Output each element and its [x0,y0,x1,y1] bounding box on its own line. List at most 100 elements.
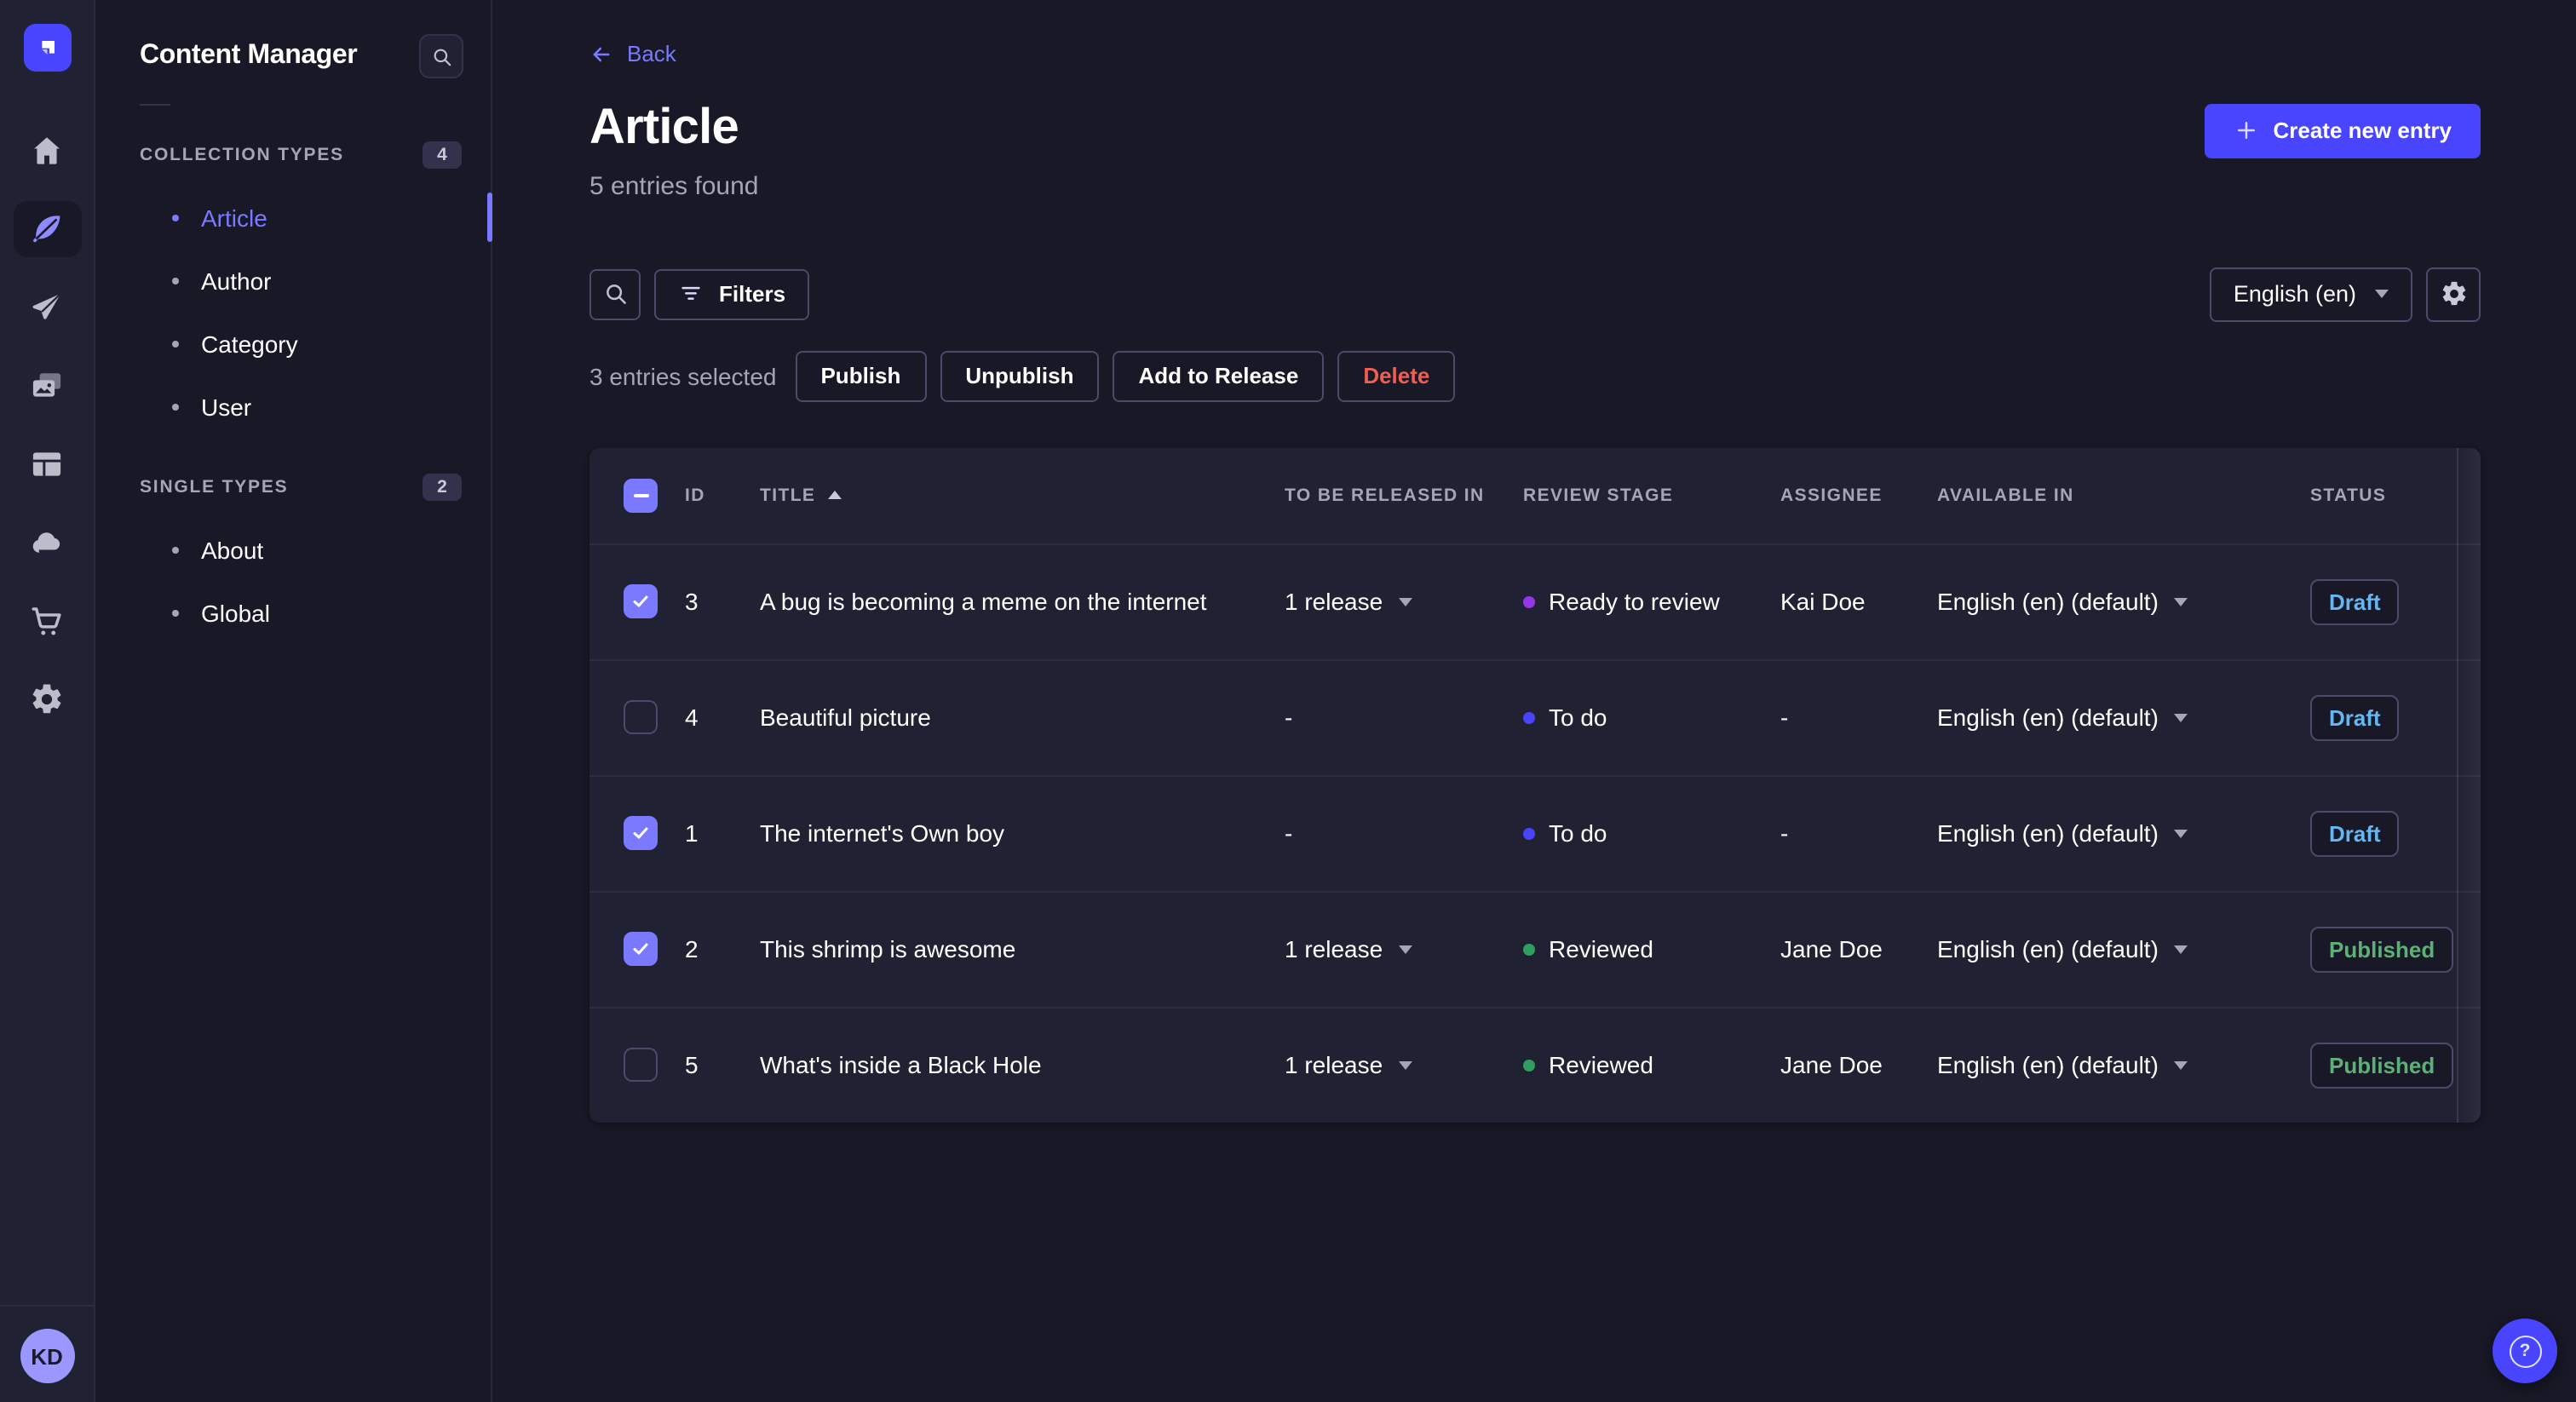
subnav-search-button[interactable] [419,34,463,78]
release-value: 1 release [1285,588,1383,615]
row-checkbox[interactable] [624,816,658,850]
delete-button[interactable]: Delete [1337,350,1456,401]
content-manager-icon[interactable] [13,201,81,257]
list-toolbar: Filters English (en) [589,267,2481,321]
row-id: 1 [685,819,699,847]
row-title: A bug is becoming a meme on the internet [760,587,1207,614]
row-checkbox[interactable] [624,1048,658,1082]
row-review-stage: Reviewed [1523,935,1780,962]
search-button[interactable] [589,268,641,319]
locale-value: English (en) (default) [1937,1051,2159,1078]
row-checkbox[interactable] [624,932,658,966]
column-header-review-stage: REVIEW STAGE [1523,485,1674,505]
row-to-be-released-in[interactable]: 1 release [1285,588,1523,615]
review-stage-label: Reviewed [1549,935,1653,962]
row-available-in[interactable]: English (en) (default) [1937,704,2310,731]
user-avatar[interactable]: KD [20,1329,74,1383]
column-header-id[interactable]: ID [685,485,760,505]
section-items: Article Author Category User [95,186,492,438]
table-row[interactable]: 4 Beautiful picture - To do - English (en) (d… [589,658,2481,774]
locale-select[interactable]: English (en) [2209,267,2412,321]
review-stage-dot-icon [1523,595,1535,607]
row-to-be-released-in[interactable]: 1 release [1285,1051,1523,1078]
create-new-entry-button[interactable]: Create new entry [2205,103,2481,158]
row-available-in[interactable]: English (en) (default) [1937,1051,2310,1078]
row-available-in[interactable]: English (en) (default) [1937,588,2310,615]
column-header-available-in: AVAILABLE IN [1937,485,2074,505]
content-type-builder-icon[interactable] [13,436,81,492]
back-link[interactable]: Back [589,41,676,66]
review-stage-dot-icon [1523,827,1535,839]
rail-footer: KD [0,1305,94,1402]
help-button[interactable]: ? [2493,1319,2557,1383]
chevron-down-icon [2375,290,2389,298]
row-to-be-released-in[interactable]: 1 release [1285,935,1523,962]
select-all-checkbox[interactable] [624,478,658,512]
filters-button[interactable]: Filters [654,268,810,319]
section-header: SINGLE TYPES 2 [95,474,491,501]
publish-button[interactable]: Publish [795,350,927,401]
row-review-stage: Ready to review [1523,588,1780,615]
sidebar-item-about[interactable]: About [95,518,491,581]
content-manager-subnav: Content Manager COLLECTION TYPES 4 Article… [95,0,492,1402]
section-items: About Global [95,518,491,644]
row-id: 4 [685,704,699,731]
table-row[interactable]: 3 A bug is becoming a meme on the interne… [589,543,2481,658]
locale-value: English (en) (default) [1937,588,2159,615]
review-stage-label: To do [1549,819,1607,847]
table-row[interactable]: 1 The internet's Own boy - To do - English (e… [589,774,2481,890]
row-assignee: Jane Doe [1780,1051,1883,1078]
row-id: 5 [685,1051,699,1078]
filter-icon [681,286,700,300]
marketplace-icon[interactable] [13,593,81,649]
filters-label: Filters [719,281,786,307]
unpublish-button[interactable]: Unpublish [940,350,1100,401]
sidebar-item-article[interactable]: Article [95,186,492,249]
row-assignee: - [1780,819,1789,847]
selection-actions: Publish Unpublish Add to Release Delete [795,350,1456,401]
table-row[interactable]: 2 This shrimp is awesome 1 release Reviewed… [589,890,2481,1006]
section-header: COLLECTION TYPES 4 [95,141,491,169]
bullet-icon [172,214,179,221]
settings-icon[interactable] [13,671,81,727]
sidebar-item-global[interactable]: Global [95,581,491,644]
review-stage-label: Reviewed [1549,1051,1653,1078]
strapi-logo-icon [41,41,54,55]
page-title: Article [589,100,739,154]
row-available-in[interactable]: English (en) (default) [1937,819,2310,847]
sidebar-item-label: Article [201,204,267,231]
back-label: Back [627,41,676,66]
media-library-icon[interactable] [13,358,81,414]
table-header-row: ID TITLE TO BE RELEASED IN REVIEW STAGE … [589,447,2481,543]
home-icon[interactable] [13,123,81,179]
add-to-release-button[interactable]: Add to Release [1113,350,1325,401]
release-value: 1 release [1285,1051,1383,1078]
row-checkbox[interactable] [624,700,658,734]
cloud-icon[interactable] [13,514,81,571]
row-checkbox-cell [610,584,685,618]
sidebar-item-category[interactable]: Category [95,312,491,375]
row-checkbox-cell [610,700,685,734]
sidebar-item-label: User [201,393,252,420]
bullet-icon [172,609,179,616]
section-count-badge: 2 [423,474,462,501]
table-row[interactable]: 5 What's inside a Black Hole 1 release Revi… [589,1006,2481,1122]
chevron-down-icon [2173,713,2188,721]
row-status-cell: Draft [2310,810,2460,856]
release-value: 1 release [1285,935,1383,962]
sidebar-item-author[interactable]: Author [95,249,491,312]
row-assignee: Kai Doe [1780,588,1866,615]
column-header-title[interactable]: TITLE [760,485,1285,505]
view-settings-button[interactable] [2426,267,2481,321]
row-id: 3 [685,588,699,615]
releases-icon[interactable] [13,279,81,336]
row-checkbox[interactable] [624,584,658,618]
sidebar-item-user[interactable]: User [95,375,491,438]
row-title: Beautiful picture [760,703,931,730]
locale-value: English (en) (default) [1937,935,2159,962]
column-header-assignee: ASSIGNEE [1780,485,1883,505]
review-stage-dot-icon [1523,943,1535,955]
row-available-in[interactable]: English (en) (default) [1937,935,2310,962]
sidebar-section: COLLECTION TYPES 4 Article Author Category Us… [95,141,492,438]
row-title: What's inside a Black Hole [760,1050,1042,1077]
